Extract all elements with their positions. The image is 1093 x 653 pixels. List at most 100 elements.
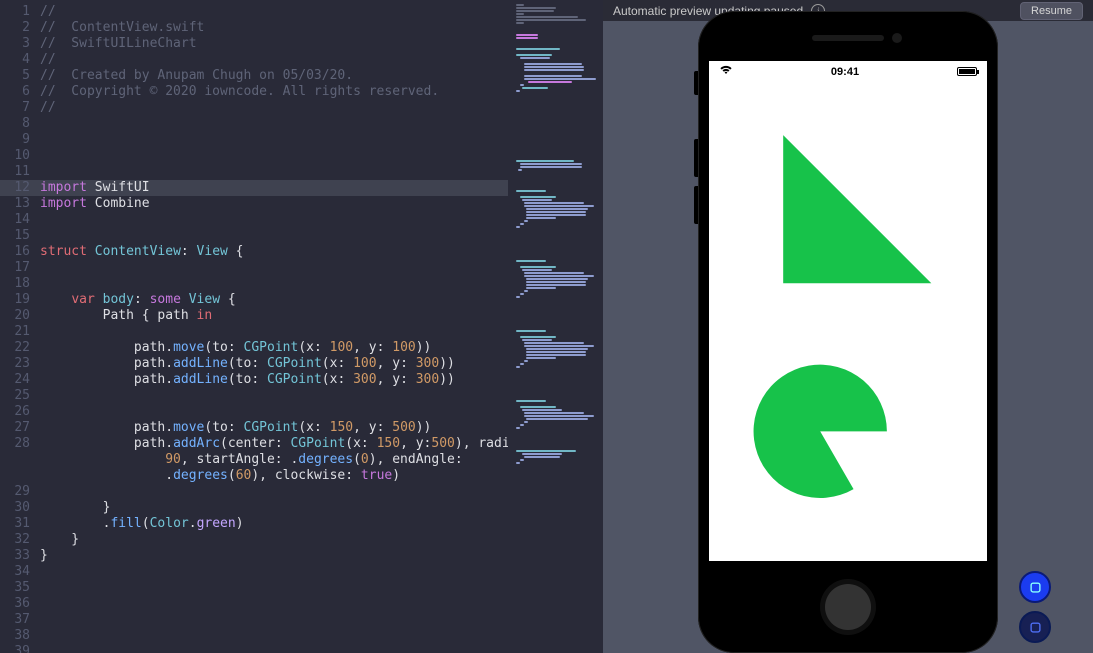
code-content[interactable]: var body: some View { — [40, 292, 508, 308]
line-number: 32 — [0, 532, 40, 548]
code-content[interactable]: // — [40, 4, 508, 20]
code-content[interactable]: // — [40, 52, 508, 68]
code-line[interactable]: 15 — [0, 228, 508, 244]
line-number: 29 — [0, 484, 40, 500]
device-time: 09:41 — [831, 66, 859, 78]
code-lines[interactable]: 1//2// ContentView.swift3// SwiftUILineC… — [0, 0, 508, 653]
code-line[interactable]: .degrees(60), clockwise: true) — [0, 468, 508, 484]
code-line[interactable]: 24 path.addLine(to: CGPoint(x: 300, y: 3… — [0, 372, 508, 388]
line-number: 20 — [0, 308, 40, 324]
code-line[interactable]: 6// Copyright © 2020 iowncode. All right… — [0, 84, 508, 100]
code-line[interactable]: 35 — [0, 580, 508, 596]
code-line[interactable]: 2// ContentView.swift — [0, 20, 508, 36]
code-content[interactable]: } — [40, 548, 508, 564]
code-content[interactable]: } — [40, 532, 508, 548]
line-number: 9 — [0, 132, 40, 148]
code-content[interactable]: // Created by Anupam Chugh on 05/03/20. — [40, 68, 508, 84]
code-line[interactable]: 9 — [0, 132, 508, 148]
code-content[interactable]: struct ContentView: View { — [40, 244, 508, 260]
code-editor[interactable]: 1//2// ContentView.swift3// SwiftUILineC… — [0, 0, 508, 653]
code-line[interactable]: 4// — [0, 52, 508, 68]
code-line[interactable]: 37 — [0, 612, 508, 628]
code-content[interactable]: path.move(to: CGPoint(x: 100, y: 100)) — [40, 340, 508, 356]
wifi-icon — [719, 65, 733, 78]
code-line[interactable]: 17 — [0, 260, 508, 276]
code-line[interactable]: 14 — [0, 212, 508, 228]
line-number: 27 — [0, 420, 40, 436]
code-line[interactable]: 29 — [0, 484, 508, 500]
line-number: 6 — [0, 84, 40, 100]
line-number: 23 — [0, 356, 40, 372]
code-content[interactable]: // Copyright © 2020 iowncode. All rights… — [40, 84, 508, 100]
code-line[interactable]: 39 — [0, 644, 508, 653]
line-number: 22 — [0, 340, 40, 356]
code-line[interactable]: 11 — [0, 164, 508, 180]
line-number: 38 — [0, 628, 40, 644]
code-content[interactable]: 90, startAngle: .degrees(0), endAngle: — [40, 452, 508, 468]
line-number: 4 — [0, 52, 40, 68]
preview-pane: Automatic preview updating paused i Resu… — [603, 0, 1093, 653]
code-line[interactable]: 10 — [0, 148, 508, 164]
code-content[interactable]: import SwiftUI — [40, 180, 508, 196]
code-line[interactable]: 8 — [0, 116, 508, 132]
code-line[interactable]: 20 Path { path in — [0, 308, 508, 324]
preview-duplicate-button[interactable] — [1019, 611, 1051, 643]
code-line[interactable]: 5// Created by Anupam Chugh on 05/03/20. — [0, 68, 508, 84]
code-content[interactable]: Path { path in — [40, 308, 508, 324]
code-line[interactable]: 22 path.move(to: CGPoint(x: 100, y: 100)… — [0, 340, 508, 356]
code-content[interactable]: path.addLine(to: CGPoint(x: 100, y: 300)… — [40, 356, 508, 372]
code-content[interactable]: } — [40, 500, 508, 516]
code-line[interactable]: 13import Combine — [0, 196, 508, 212]
line-number: 8 — [0, 116, 40, 132]
line-number: 36 — [0, 596, 40, 612]
code-line[interactable]: 30 } — [0, 500, 508, 516]
line-number: 7 — [0, 100, 40, 116]
code-line[interactable]: 21 — [0, 324, 508, 340]
code-line[interactable]: 31 .fill(Color.green) — [0, 516, 508, 532]
line-number: 30 — [0, 500, 40, 516]
phone-side-button — [694, 139, 698, 177]
line-number: 33 — [0, 548, 40, 564]
resume-button[interactable]: Resume — [1020, 2, 1083, 20]
code-line[interactable]: 16struct ContentView: View { — [0, 244, 508, 260]
code-content[interactable]: // — [40, 100, 508, 116]
code-line[interactable]: 38 — [0, 628, 508, 644]
code-line[interactable]: 3// SwiftUILineChart — [0, 36, 508, 52]
code-line[interactable]: 1// — [0, 4, 508, 20]
code-content[interactable]: import Combine — [40, 196, 508, 212]
code-line[interactable]: 34 — [0, 564, 508, 580]
line-number: 21 — [0, 324, 40, 340]
code-line[interactable]: 90, startAngle: .degrees(0), endAngle: — [0, 452, 508, 468]
home-button[interactable] — [820, 579, 876, 635]
code-content[interactable]: path.addLine(to: CGPoint(x: 300, y: 300)… — [40, 372, 508, 388]
code-line[interactable]: 23 path.addLine(to: CGPoint(x: 100, y: 3… — [0, 356, 508, 372]
code-content[interactable]: // ContentView.swift — [40, 20, 508, 36]
code-content[interactable]: // SwiftUILineChart — [40, 36, 508, 52]
code-content[interactable]: path.addArc(center: CGPoint(x: 150, y:50… — [40, 436, 508, 452]
code-line[interactable]: 18 — [0, 276, 508, 292]
code-line[interactable]: 7// — [0, 100, 508, 116]
code-content[interactable]: path.move(to: CGPoint(x: 150, y: 500)) — [40, 420, 508, 436]
code-content[interactable]: .fill(Color.green) — [40, 516, 508, 532]
minimap[interactable] — [508, 0, 603, 653]
code-line[interactable]: 27 path.move(to: CGPoint(x: 150, y: 500)… — [0, 420, 508, 436]
code-line[interactable]: 25 — [0, 388, 508, 404]
line-number: 17 — [0, 260, 40, 276]
code-line[interactable]: 12import SwiftUI — [0, 180, 508, 196]
preview-pin-button[interactable] — [1019, 571, 1051, 603]
line-number: 1 — [0, 4, 40, 20]
code-line[interactable]: 19 var body: some View { — [0, 292, 508, 308]
code-line[interactable]: 36 — [0, 596, 508, 612]
line-number: 25 — [0, 388, 40, 404]
code-line[interactable]: 32 } — [0, 532, 508, 548]
line-number: 15 — [0, 228, 40, 244]
code-line[interactable]: 28 path.addArc(center: CGPoint(x: 150, y… — [0, 436, 508, 452]
line-number: 24 — [0, 372, 40, 388]
line-number: 26 — [0, 404, 40, 420]
code-content[interactable]: .degrees(60), clockwise: true) — [40, 468, 508, 484]
phone-side-button — [694, 186, 698, 224]
line-number: 12 — [0, 180, 40, 196]
line-number: 16 — [0, 244, 40, 260]
code-line[interactable]: 33} — [0, 548, 508, 564]
code-line[interactable]: 26 — [0, 404, 508, 420]
